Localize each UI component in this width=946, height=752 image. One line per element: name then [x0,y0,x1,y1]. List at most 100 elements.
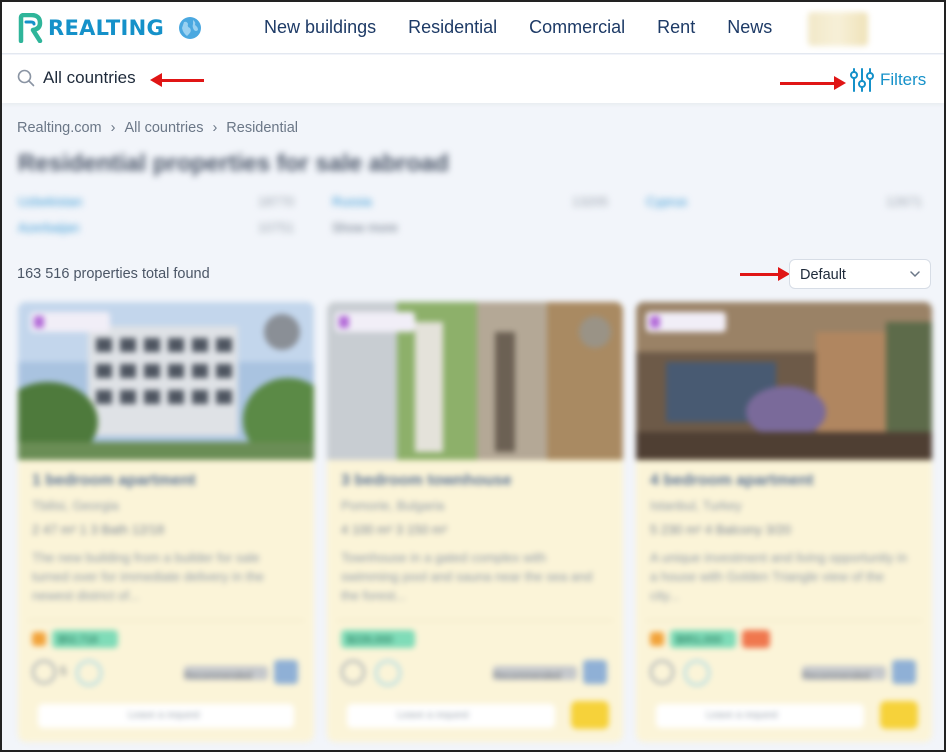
agency-text: Recommended [802,671,870,682]
nav-rent[interactable]: Rent [657,17,695,38]
card-specs: 5 230 m² 4 Balcony 3/20 [650,522,791,537]
show-more-link[interactable]: Show more [332,220,398,235]
call-button[interactable] [571,701,609,729]
agency-text: Recommended [493,671,561,682]
card-specs: 2 47 m² 1 3 Bath 12/18 [32,522,165,537]
sort-value: Default [800,267,846,283]
property-card[interactable]: 3 bedroom townhouse Pomorie, Bulgaria 4 … [327,302,623,742]
call-button[interactable] [880,701,918,729]
search-icon [17,69,35,87]
facet-count: 12671 [886,194,923,209]
card-price: $52,716 [52,630,118,648]
compare-icon[interactable] [375,660,401,686]
card-specs: 4 100 m² 3 150 m² [341,522,448,537]
favorite-icon[interactable] [341,660,365,684]
annotation-arrow [780,76,846,90]
card-body: 3 bedroom townhouse Pomorie, Bulgaria 4 … [327,460,623,742]
nav-news[interactable]: News [727,17,772,38]
divider [646,620,922,621]
page-title: Residential properties for sale abroad [18,150,449,177]
site-logo[interactable]: REALTING [16,12,165,43]
breadcrumb-all-countries[interactable]: All countries [124,120,203,136]
country-search-input[interactable]: All countries [43,68,136,88]
facet-count: 18770 [258,194,295,209]
card-location: Pomorie, Bulgaria [341,498,445,513]
card-title[interactable]: 3 bedroom townhouse [341,472,512,490]
facet-link[interactable]: Cyprus 12671 [646,194,922,209]
hot-badge [742,630,770,648]
chevron-down-icon [910,271,920,278]
card-description: Townhouse in a gated complex with swimmi… [341,550,593,603]
filters-button[interactable]: Filters [850,67,926,93]
card-body: 1 bedroom apartment Tbilisi, Georgia 2 4… [18,460,314,742]
card-location: Istanbul, Turkey [650,498,742,513]
facet-name: Russia [332,194,372,209]
top-navigation-bar: REALTING New buildings Residential Comme… [2,2,944,54]
property-photo[interactable] [18,302,314,460]
share-icon[interactable] [583,660,607,684]
logo-text: REALTING [48,15,165,40]
breadcrumb-home[interactable]: Realting.com [17,120,102,136]
card-title[interactable]: 4 bedroom apartment [650,472,814,490]
compare-icon[interactable] [76,660,102,686]
chevron-right-icon: › [212,120,218,136]
breadcrumb-residential: Residential [226,120,299,136]
card-price-text: $226,000 [347,634,393,646]
facet-name: Azerbaijan [18,220,80,235]
logo-r-icon [18,12,43,43]
sort-select[interactable]: Default [789,259,931,289]
page-frame: REALTING New buildings Residential Comme… [0,0,946,752]
nav-residential[interactable]: Residential [408,17,497,38]
main-nav: New buildings Residential Commercial Ren… [264,17,804,38]
leave-request-label: Leave a request [128,710,200,721]
divider [28,620,304,621]
facet-count: 13205 [572,194,609,209]
annotation-arrow [740,267,790,281]
property-photo[interactable] [327,302,623,460]
search-bar: All countries Filters [2,55,944,103]
leave-request-label: Leave a request [706,710,778,721]
language-globe-icon[interactable] [178,16,202,40]
share-icon[interactable] [274,660,298,684]
leave-request-button[interactable]: Leave a request [38,704,294,728]
badge-icon [650,632,664,646]
card-price: $951,000 [670,630,736,648]
agency-label[interactable]: Recommended [493,666,577,682]
favorite-icon[interactable] [32,660,56,684]
leave-request-button[interactable]: Leave a request [656,704,864,728]
breadcrumb: Realting.com › All countries › Residenti… [17,120,298,136]
card-description: A unique investment and living opportuni… [650,550,908,603]
filters-label: Filters [880,70,927,89]
property-card[interactable]: 4 bedroom apartment Istanbul, Turkey 5 2… [636,302,932,742]
share-icon[interactable] [892,660,916,684]
agency-label[interactable]: Recommended [802,666,886,682]
facet-name: Show more [332,220,398,235]
leave-request-label: Leave a request [397,710,469,721]
card-price: $226,000 [341,630,415,648]
like-count: 5 [60,664,67,678]
card-body: 4 bedroom apartment Istanbul, Turkey 5 2… [636,460,932,742]
card-title[interactable]: 1 bedroom apartment [32,472,196,490]
nav-new-buildings[interactable]: New buildings [264,17,376,38]
property-photo[interactable] [636,302,932,460]
facet-count: 10751 [258,220,295,235]
country-facets: Uzbekistan 18770 Russia 13205 Cyprus 126… [18,190,932,242]
promo-banner[interactable] [808,12,868,46]
card-price-text: $52,716 [58,634,98,646]
facet-link[interactable]: Uzbekistan 18770 [18,194,294,209]
card-location: Tbilisi, Georgia [32,498,119,513]
facet-link[interactable]: Russia 13205 [332,194,608,209]
facet-link[interactable]: Azerbaijan 10751 [18,220,294,235]
nav-commercial[interactable]: Commercial [529,17,625,38]
agency-label[interactable]: Recommended [184,666,268,682]
chevron-right-icon: › [110,120,116,136]
property-card[interactable]: 1 bedroom apartment Tbilisi, Georgia 2 4… [18,302,314,742]
leave-request-button[interactable]: Leave a request [347,704,555,728]
favorite-icon[interactable] [650,660,674,684]
divider [337,620,613,621]
badge-icon [32,632,46,646]
facet-name: Cyprus [646,194,688,209]
agency-text: Recommended [184,671,252,682]
filters-sliders-icon [850,68,874,92]
compare-icon[interactable] [684,660,710,686]
